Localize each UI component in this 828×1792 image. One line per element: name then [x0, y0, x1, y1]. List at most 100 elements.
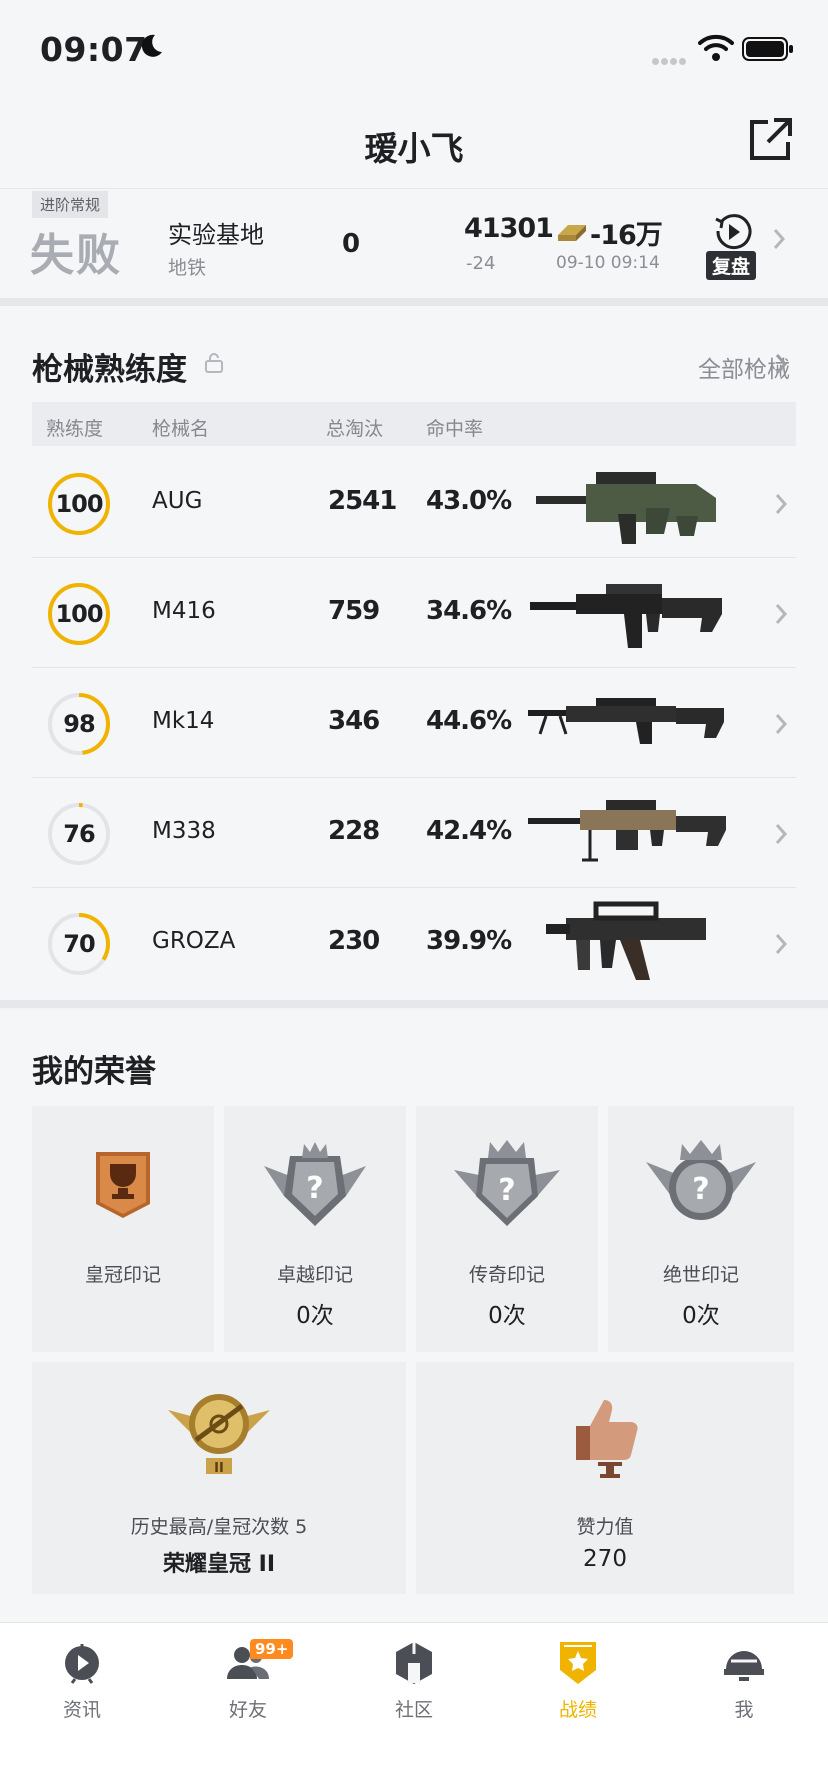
- community-icon: [396, 1642, 432, 1684]
- weapon-name: Mk14: [152, 708, 215, 734]
- honor-label: 皇冠印记: [84, 1264, 161, 1286]
- match-score: 41301: [464, 213, 554, 244]
- thumbs-up-icon: [576, 1400, 638, 1478]
- honor-label: 绝世印记: [662, 1264, 739, 1286]
- tab-profile[interactable]: 我: [684, 1639, 804, 1729]
- last-match-card[interactable]: 进阶常规 失败 实验基地 地铁 0 41301 -24 -16万 09-10 0…: [0, 188, 828, 298]
- weapon-row[interactable]: 100 AUG 2541 43.0%: [32, 448, 796, 558]
- lock-icon: [205, 353, 223, 373]
- signal-icon: [652, 50, 688, 69]
- weapon-kills: 2541: [328, 486, 397, 516]
- weapon-kills: 759: [328, 596, 380, 626]
- bottom-tab-bar: 资讯 99+ 好友 社区 战绩 我: [0, 1622, 828, 1792]
- news-icon: [65, 1644, 99, 1684]
- weapon-name: M416: [152, 598, 216, 624]
- weapon-image: [528, 800, 726, 862]
- status-bar: 09:07: [0, 0, 828, 100]
- status-time: 09:07: [40, 30, 148, 69]
- chevron-right-icon: [775, 354, 788, 374]
- tab-label: 资讯: [62, 1699, 101, 1721]
- honors-section: 我的荣誉 皇冠印记 ? 卓越印记 0次 ? 传奇印记 0次 ? 绝世印记 0次 …: [0, 1010, 828, 1622]
- weapon-row[interactable]: 100 M416 759 34.6%: [32, 558, 796, 668]
- column-header: 熟练度: [46, 418, 104, 440]
- weapon-kills: 346: [328, 706, 380, 736]
- match-score-delta: -24: [466, 253, 496, 274]
- friends-badge: 99+: [250, 1639, 294, 1659]
- honor-count: 0次: [296, 1303, 334, 1329]
- tab-label: 我: [734, 1699, 754, 1721]
- record-icon: [560, 1642, 596, 1684]
- weapon-row[interactable]: 98 Mk14 346 44.6%: [32, 668, 796, 778]
- column-header: 枪械名: [152, 418, 210, 440]
- likes-tile[interactable]: 赞力值 270: [416, 1362, 794, 1594]
- weapon-accuracy: 39.9%: [426, 926, 512, 956]
- rank-value: 荣耀皇冠 II: [162, 1552, 276, 1577]
- tab-friends[interactable]: 99+ 好友: [188, 1639, 308, 1729]
- tab-label: 好友: [228, 1699, 267, 1721]
- weapon-kills: 228: [328, 816, 380, 846]
- weapon-section-title: 枪械熟练度: [32, 352, 187, 388]
- tab-news[interactable]: 资讯: [22, 1639, 142, 1729]
- honor-label: 卓越印记: [276, 1264, 353, 1286]
- honors-section-title: 我的荣誉: [32, 1054, 156, 1090]
- likes-value: 270: [583, 1546, 627, 1572]
- match-datetime: 09-10 09:14: [556, 253, 660, 273]
- likes-caption: 赞力值: [576, 1516, 634, 1538]
- chevron-right-icon: [775, 604, 788, 624]
- tab-community[interactable]: 社区: [354, 1639, 474, 1729]
- chevron-right-icon: [775, 824, 788, 844]
- gold-bar-icon: [558, 225, 586, 241]
- weapon-row[interactable]: 70 GROZA 230 39.9%: [32, 888, 796, 998]
- match-result: 失败: [30, 230, 122, 281]
- replay-icon[interactable]: [712, 211, 754, 253]
- section-divider: [0, 298, 828, 306]
- proficiency-value: 100: [55, 600, 103, 628]
- tab-record[interactable]: 战绩: [518, 1639, 638, 1729]
- svg-text:?: ?: [692, 1172, 709, 1207]
- weapon-kills: 230: [328, 926, 380, 956]
- weapon-image: [528, 698, 724, 744]
- weapon-accuracy: 42.4%: [426, 816, 512, 846]
- match-coins: -16万: [590, 220, 663, 251]
- honor-tile-legend[interactable]: ? 传奇印记 0次: [416, 1106, 598, 1352]
- crown-rank-badge-icon: II: [168, 1394, 270, 1476]
- legend-badge-icon: ?: [454, 1140, 560, 1226]
- weapon-accuracy: 34.6%: [426, 596, 512, 626]
- honor-count: 0次: [488, 1303, 526, 1329]
- battery-icon: [742, 37, 793, 61]
- weapon-image: [546, 901, 706, 980]
- honor-tile-crown[interactable]: 皇冠印记: [32, 1106, 214, 1352]
- highest-rank-tile[interactable]: II 历史最高/皇冠次数 5 荣耀皇冠 II: [32, 1362, 406, 1594]
- chevron-right-icon: [773, 229, 786, 249]
- column-header: 总淘汰: [326, 418, 384, 440]
- proficiency-value: 100: [55, 490, 103, 518]
- weapon-table-header: 熟练度 枪械名 总淘汰 命中率: [32, 402, 796, 446]
- profile-icon: [724, 1651, 764, 1681]
- weapon-name: M338: [152, 818, 216, 844]
- honor-tile-excellence[interactable]: ? 卓越印记 0次: [224, 1106, 406, 1352]
- weapon-proficiency-section: 枪械熟练度 全部枪械 熟练度 枪械名 总淘汰 命中率 100 AUG 2541 43.…: [0, 306, 828, 1000]
- rank-caption: 历史最高/皇冠次数 5: [130, 1516, 308, 1538]
- weapon-image: [536, 472, 716, 544]
- page-header: 瑷小飞: [0, 100, 828, 190]
- chevron-right-icon: [775, 714, 788, 734]
- excellence-badge-icon: ?: [264, 1142, 366, 1226]
- page-title: 瑷小飞: [364, 129, 464, 168]
- svg-text:?: ?: [306, 1171, 323, 1206]
- moon-icon: [141, 34, 162, 57]
- share-icon[interactable]: [748, 116, 794, 162]
- match-kills: 0: [342, 229, 361, 259]
- wifi-icon: [698, 34, 734, 61]
- honor-tile-peerless[interactable]: ? 绝世印记 0次: [608, 1106, 794, 1352]
- chevron-right-icon: [775, 934, 788, 954]
- trophy-badge-icon: [96, 1152, 150, 1218]
- column-header: 命中率: [426, 418, 484, 440]
- proficiency-value: 70: [63, 930, 95, 958]
- weapon-name: GROZA: [152, 928, 236, 954]
- proficiency-value: 76: [63, 820, 95, 848]
- section-divider: [0, 1000, 828, 1008]
- replay-button[interactable]: 复盘: [706, 251, 757, 280]
- weapon-row[interactable]: 76 M338 228 42.4%: [32, 778, 796, 888]
- weapon-name: AUG: [152, 488, 203, 514]
- weapon-accuracy: 44.6%: [426, 706, 512, 736]
